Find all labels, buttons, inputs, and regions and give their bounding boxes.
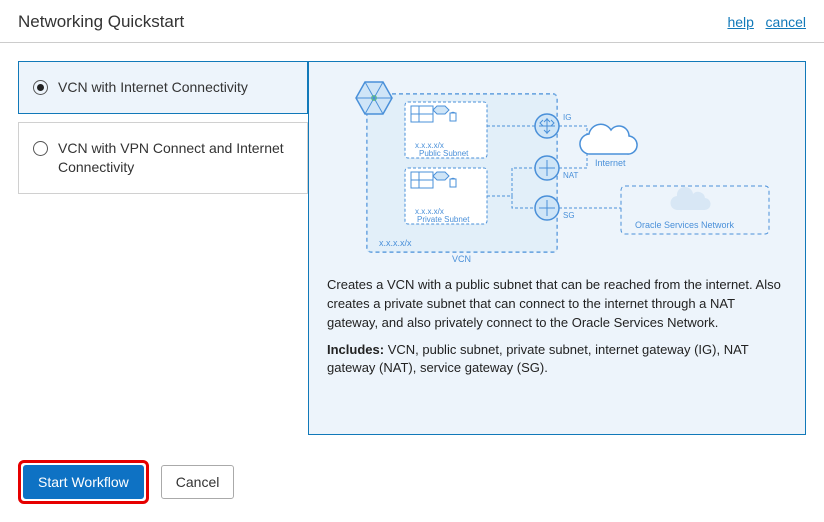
option-list: VCN with Internet Connectivity VCN with …: [18, 61, 308, 202]
header-links: help cancel: [719, 14, 806, 30]
gateway-icon: [535, 196, 559, 220]
detail-description: Creates a VCN with a public subnet that …: [327, 276, 787, 333]
start-workflow-button[interactable]: Start Workflow: [23, 465, 144, 499]
option-vcn-vpn[interactable]: VCN with VPN Connect and Internet Connec…: [18, 122, 308, 194]
gateway-icon: [535, 156, 559, 180]
diag-pub-label: Public Subnet: [419, 149, 469, 158]
cloud-icon: [580, 124, 637, 154]
vcn-diagram: x.x.x.x/x VCN: [327, 76, 787, 266]
cancel-button[interactable]: Cancel: [161, 465, 235, 499]
radio-icon: [33, 141, 48, 156]
option-label: VCN with Internet Connectivity: [58, 78, 248, 97]
diag-priv-label: Private Subnet: [417, 215, 470, 224]
detail-panel: x.x.x.x/x VCN: [308, 61, 806, 435]
diag-vcn-cidr: x.x.x.x/x: [379, 238, 412, 248]
diag-nat-label: NAT: [563, 171, 579, 180]
diag-internet-label: Internet: [595, 158, 626, 168]
help-link[interactable]: help: [727, 14, 753, 30]
option-vcn-internet[interactable]: VCN with Internet Connectivity: [18, 61, 308, 114]
detail-includes: Includes: VCN, public subnet, private su…: [327, 341, 787, 379]
cancel-link[interactable]: cancel: [766, 14, 806, 30]
includes-text: VCN, public subnet, private subnet, inte…: [327, 342, 749, 376]
diag-sg-label: SG: [563, 211, 575, 220]
footer: Start Workflow Cancel: [18, 460, 234, 504]
highlight-box: Start Workflow: [18, 460, 149, 504]
includes-label: Includes:: [327, 342, 384, 357]
gateway-icon: [535, 114, 559, 138]
diag-vcn-label: VCN: [452, 254, 471, 264]
radio-icon: [33, 80, 48, 95]
diag-ig-label: IG: [563, 113, 571, 122]
diag-osn-label: Oracle Services Network: [635, 220, 735, 230]
page-title: Networking Quickstart: [18, 12, 184, 32]
header: Networking Quickstart help cancel: [0, 0, 824, 43]
option-label: VCN with VPN Connect and Internet Connec…: [58, 139, 293, 177]
